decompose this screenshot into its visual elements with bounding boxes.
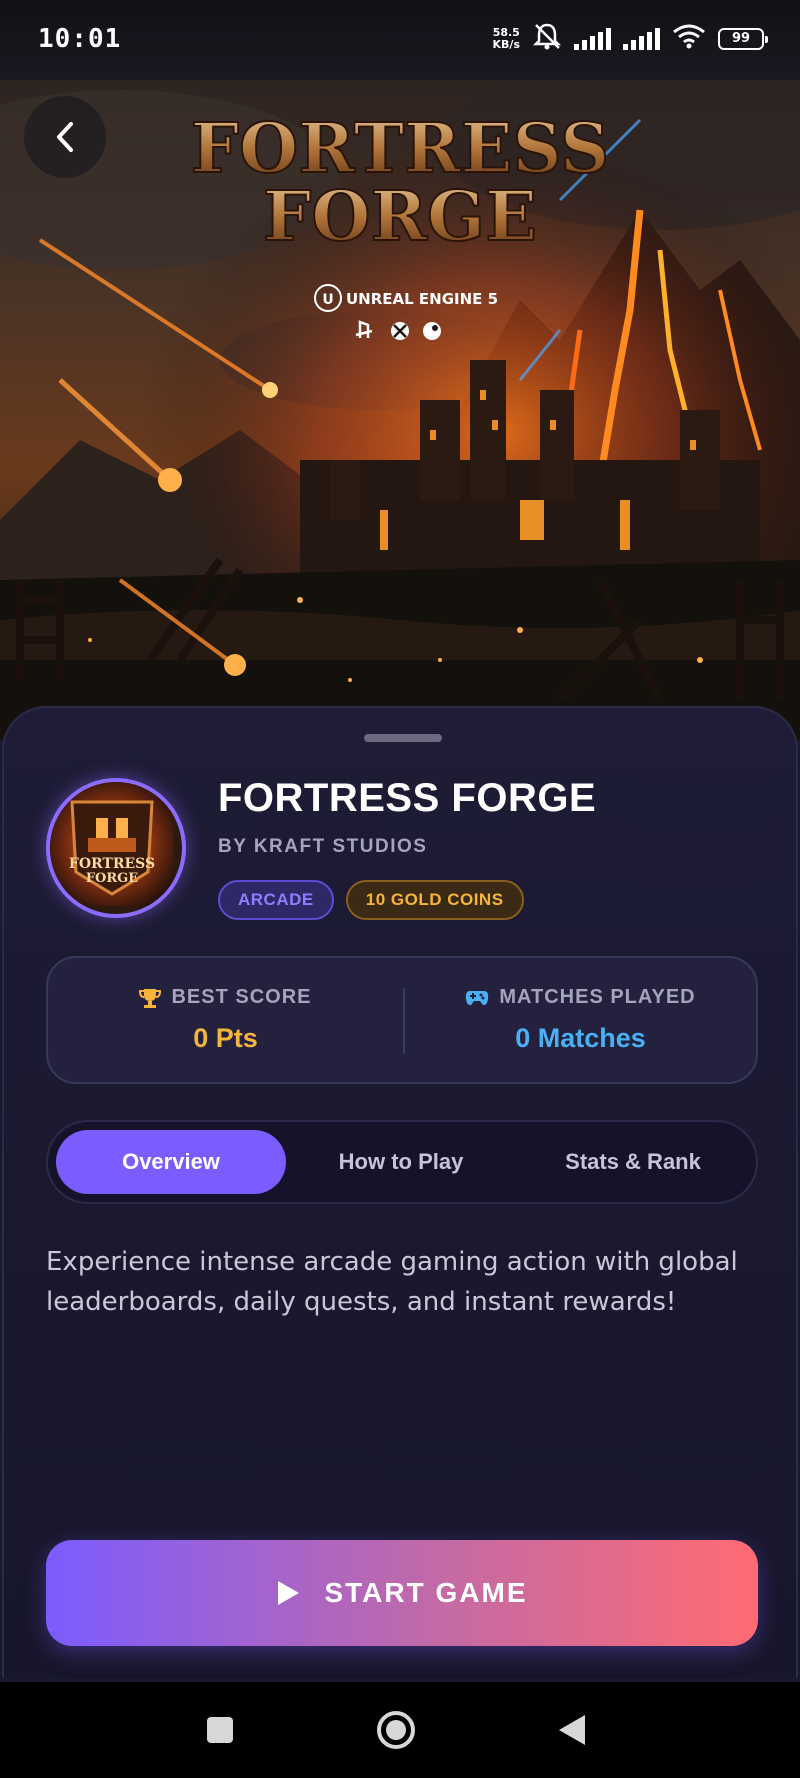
xbox-icon <box>391 322 409 340</box>
play-icon <box>278 1581 300 1605</box>
chevron-left-icon <box>57 122 73 152</box>
start-game-button[interactable]: START GAME <box>46 1540 758 1646</box>
matches-played-value: 0 Matches <box>515 1023 646 1053</box>
logo-text-line2: FORGE <box>86 871 138 886</box>
signal-icon-2 <box>623 27 660 50</box>
tab-overview[interactable]: Overview <box>56 1130 286 1194</box>
matches-played-stat: MATCHES PLAYED 0 Matches <box>403 958 758 1082</box>
logo-text-line1: FORTRESS <box>69 856 155 872</box>
status-icons: 58.5 KB/s 99 <box>492 22 768 55</box>
system-nav-bar <box>0 1682 800 1778</box>
drag-handle[interactable] <box>364 734 442 742</box>
status-bar: 10:01 58.5 KB/s 99 <box>0 0 800 80</box>
wifi-icon <box>672 23 706 54</box>
gamepad-icon <box>466 990 489 1005</box>
net-speed-value: 58.5 <box>492 25 520 39</box>
best-score-value: 0 Pts <box>193 1023 258 1053</box>
tag-list: ARCADE 10 GOLD COINS <box>218 880 524 920</box>
start-game-label: START GAME <box>324 1577 528 1608</box>
battery-icon: 99 <box>718 27 768 50</box>
trophy-icon <box>139 988 162 1008</box>
game-description: Experience intense arcade gaming action … <box>46 1247 738 1317</box>
matches-played-label: MATCHES PLAYED <box>499 986 696 1008</box>
game-logo: FORTRESS FORGE <box>46 778 186 918</box>
best-score-label: BEST SCORE <box>171 986 312 1008</box>
hero-logo-line2: FORGE <box>263 177 537 257</box>
steam-icon <box>423 322 441 340</box>
mute-bell-icon <box>532 22 562 55</box>
back-button[interactable] <box>24 96 106 178</box>
home-button[interactable] <box>336 1682 456 1778</box>
home-circle-icon <box>377 1711 415 1749</box>
signal-icon-1 <box>574 27 611 50</box>
stats-card: BEST SCORE 0 Pts MATCHES PLAYED 0 Matche… <box>46 956 758 1084</box>
svg-text:U: U <box>322 292 333 308</box>
triangle-back-icon <box>559 1715 585 1745</box>
tab-how-to-play[interactable]: How to Play <box>286 1130 516 1194</box>
status-time: 10:01 <box>38 24 122 54</box>
best-score-stat: BEST SCORE 0 Pts <box>48 958 403 1082</box>
category-tag: ARCADE <box>218 880 334 920</box>
square-icon <box>207 1717 233 1743</box>
net-speed: 58.5 KB/s <box>492 25 520 51</box>
back-nav-button[interactable] <box>512 1682 632 1778</box>
app-root: 10:01 58.5 KB/s 99 FORTRESS FORGE U UNRE… <box>0 0 800 1778</box>
entry-cost-tag: 10 GOLD COINS <box>345 880 524 920</box>
game-studio: BY KRAFT STUDIOS <box>218 836 428 857</box>
recents-button[interactable] <box>160 1682 280 1778</box>
net-speed-unit: KB/s <box>492 37 520 51</box>
game-title: FORTRESS FORGE <box>218 776 597 820</box>
engine-label: UNREAL ENGINE 5 <box>346 290 498 308</box>
tab-stats-rank[interactable]: Stats & Rank <box>518 1130 748 1194</box>
game-details-sheet: FORTRESS FORGE FORTRESS FORGE BY KRAFT S… <box>2 706 798 1678</box>
hero-artwork: FORTRESS FORGE U UNREAL ENGINE 5 <box>0 60 800 740</box>
tab-bar: Overview How to Play Stats & Rank <box>46 1120 758 1204</box>
